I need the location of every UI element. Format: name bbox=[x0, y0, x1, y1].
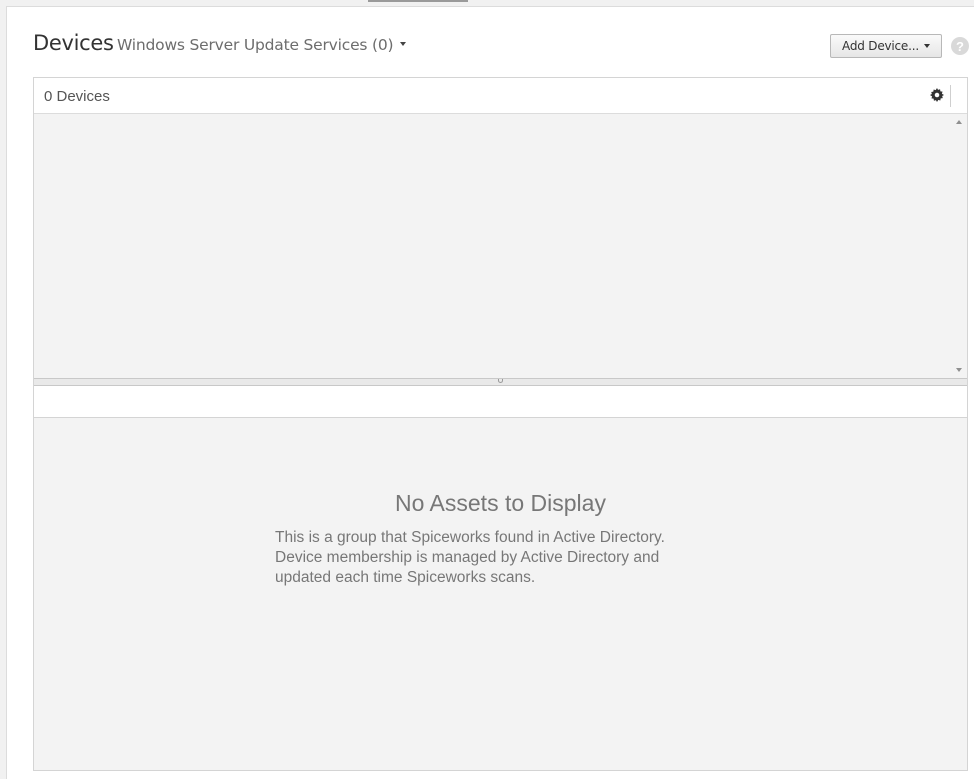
help-icon[interactable]: ? bbox=[951, 37, 969, 55]
top-tab-indicator bbox=[368, 0, 468, 2]
detail-pane: No Assets to Display This is a group tha… bbox=[34, 418, 967, 770]
gear-icon[interactable] bbox=[930, 88, 944, 102]
scroll-down-icon[interactable] bbox=[956, 368, 962, 372]
devices-grid: 0 Devices No Assets to Display This is a… bbox=[33, 77, 968, 771]
scroll-up-icon[interactable] bbox=[956, 120, 962, 124]
grid-header: 0 Devices bbox=[34, 78, 967, 114]
device-count: 0 Devices bbox=[44, 88, 110, 105]
list-scrollbar[interactable] bbox=[953, 114, 967, 378]
device-list[interactable] bbox=[34, 114, 967, 378]
add-device-label: Add Device... bbox=[842, 39, 919, 53]
add-device-button[interactable]: Add Device... bbox=[830, 34, 942, 58]
group-selector-dropdown[interactable]: Windows Server Update Services (0) bbox=[117, 36, 407, 54]
devices-panel: Devices Windows Server Update Services (… bbox=[6, 6, 974, 779]
page-title: Devices bbox=[33, 31, 114, 55]
caret-down-icon bbox=[923, 44, 930, 48]
pane-splitter[interactable] bbox=[34, 378, 967, 386]
group-name-label: Windows Server Update Services (0) bbox=[117, 36, 394, 54]
detail-toolbar bbox=[34, 386, 967, 418]
header-divider bbox=[950, 85, 951, 107]
caret-down-icon bbox=[400, 42, 407, 46]
empty-state-title: No Assets to Display bbox=[395, 490, 606, 516]
splitter-grip-icon bbox=[498, 379, 503, 383]
page-header: Devices Windows Server Update Services (… bbox=[33, 29, 974, 69]
empty-state-message: This is a group that Spiceworks found in… bbox=[275, 529, 665, 586]
